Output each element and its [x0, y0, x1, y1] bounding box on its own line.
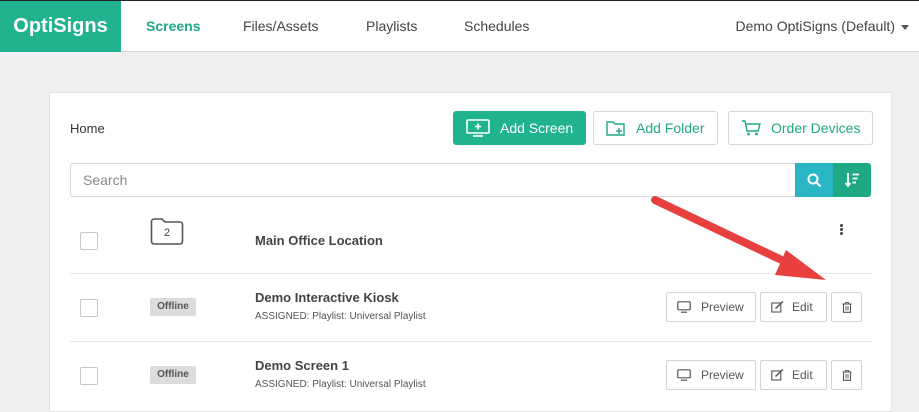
screen-assignment: ASSIGNED: Playlist: Universal Playlist [255, 311, 426, 322]
edit-button[interactable]: Edit [760, 360, 827, 390]
account-name: Demo OptiSigns (Default) [735, 18, 895, 34]
preview-button[interactable]: Preview [666, 292, 756, 322]
add-folder-label: Add Folder [636, 120, 705, 136]
add-screen-button[interactable]: Add Screen [453, 111, 586, 145]
screen-name[interactable]: Demo Screen 1 [255, 358, 349, 373]
nav-files-assets[interactable]: Files/Assets [243, 1, 318, 52]
delete-button[interactable] [831, 360, 862, 390]
screen-row[interactable]: Offline Demo Interactive Kiosk ASSIGNED:… [70, 274, 872, 342]
nav-schedules[interactable]: Schedules [464, 1, 529, 52]
order-devices-button[interactable]: Order Devices [728, 111, 873, 145]
preview-label: Preview [701, 300, 744, 314]
add-screen-label: Add Screen [500, 120, 574, 136]
add-folder-button[interactable]: Add Folder [593, 111, 718, 145]
account-dropdown[interactable]: Demo OptiSigns (Default) [735, 1, 909, 52]
screen-name[interactable]: Demo Interactive Kiosk [255, 290, 399, 305]
cart-icon [742, 120, 761, 136]
search-icon [807, 173, 821, 187]
monitor-icon [677, 369, 691, 381]
sort-button[interactable] [833, 163, 871, 197]
preview-button[interactable]: Preview [666, 360, 756, 390]
edit-label: Edit [792, 300, 813, 314]
edit-label: Edit [792, 368, 813, 382]
screen-row[interactable]: Offline Demo Screen 1 ASSIGNED: Playlist… [70, 342, 872, 410]
caret-down-icon [901, 24, 909, 30]
monitor-plus-icon [466, 119, 490, 137]
nav-playlists[interactable]: Playlists [366, 1, 417, 52]
brand-logo[interactable]: OptiSigns [0, 1, 121, 52]
status-badge: Offline [150, 298, 196, 316]
breadcrumb[interactable]: Home [70, 121, 105, 136]
delete-button[interactable] [831, 292, 862, 322]
folder-name[interactable]: Main Office Location [255, 233, 383, 248]
row-checkbox[interactable] [80, 367, 98, 385]
edit-icon [771, 369, 784, 381]
sort-icon [844, 173, 859, 188]
status-badge: Offline [150, 366, 196, 384]
folder-item-count: 2 [163, 227, 171, 239]
trash-icon [842, 301, 851, 313]
edit-button[interactable]: Edit [760, 292, 827, 322]
kebab-menu-icon[interactable] [840, 224, 844, 236]
screens-panel: Home Add Screen Add Folder Order Devices [49, 92, 892, 412]
top-navbar: OptiSigns Screens Files/Assets Playlists… [0, 0, 919, 52]
nav-screens[interactable]: Screens [146, 1, 200, 52]
monitor-icon [677, 301, 691, 313]
screen-assignment: ASSIGNED: Playlist: Universal Playlist [255, 379, 426, 390]
folder-plus-icon [606, 121, 625, 136]
row-checkbox[interactable] [80, 232, 98, 250]
edit-icon [771, 301, 784, 313]
trash-icon [842, 369, 851, 381]
search-input[interactable] [70, 163, 795, 197]
row-checkbox[interactable] [80, 299, 98, 317]
folder-row[interactable]: 2 Main Office Location [70, 207, 872, 274]
search-button[interactable] [795, 163, 833, 197]
folder-icon: 2 [150, 217, 184, 247]
order-devices-label: Order Devices [771, 120, 861, 136]
preview-label: Preview [701, 368, 744, 382]
